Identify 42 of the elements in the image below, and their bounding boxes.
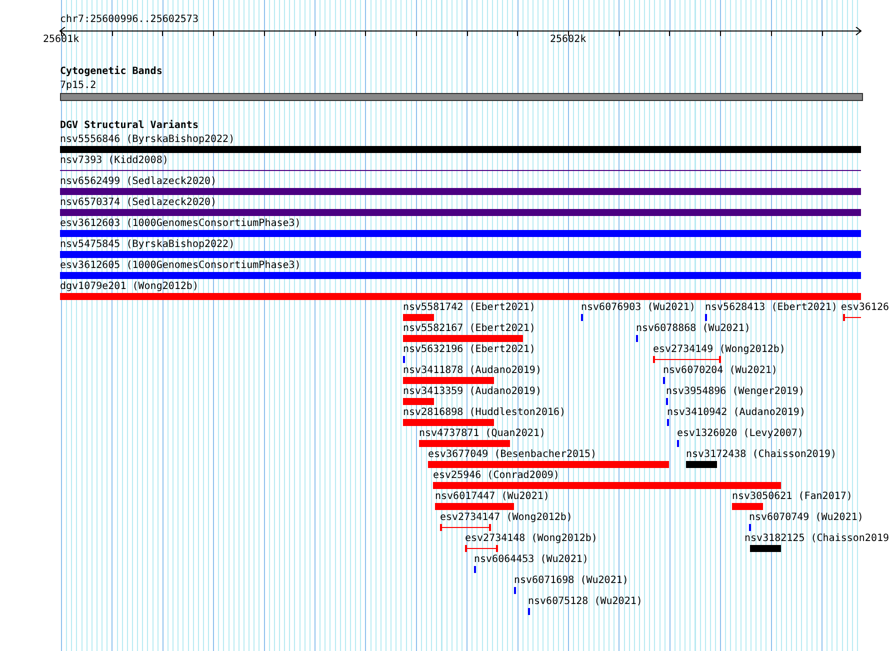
feature-label: nsv7393 (Kidd2008) (60, 155, 168, 167)
feature-label: nsv5581742 (Ebert2021) (403, 302, 536, 314)
feature-label: esv3612603 (1000GenomesConsortiumPhase3) (60, 218, 301, 230)
feature-label: nsv5632196 (Ebert2021) (403, 344, 536, 356)
feature-label: nsv5628413 (Ebert2021) (705, 302, 838, 314)
feature-label: nsv5556846 (ByrskaBishop2022) (60, 134, 235, 146)
feature-label: nsv3050621 (Fan2017) (732, 491, 852, 503)
feature-label: nsv6070749 (Wu2021) (749, 512, 864, 524)
feature-label: nsv6064453 (Wu2021) (474, 554, 588, 566)
feature-label: 7p15.2 (60, 80, 96, 92)
feature-label: nsv6071698 (Wu2021) (514, 575, 628, 587)
position-label: chr7:25600996..25602573 (60, 14, 198, 26)
feature-label: nsv2816898 (Huddleston2016) (403, 407, 566, 419)
feature-label: nsv4737871 (Quan2021) (419, 428, 546, 440)
feature-label: nsv3172438 (Chaisson2019) (686, 449, 837, 461)
feature-label: nsv6570374 (Sedlazeck2020) (60, 197, 217, 209)
feature-label: esv1326020 (Levy2007) (677, 428, 804, 440)
feature-label: nsv5475845 (ByrskaBishop2022) (60, 239, 235, 251)
tick-label: 25601k (43, 34, 80, 46)
feature-label: esv2734148 (Wong2012b) (465, 533, 598, 545)
feature-label: nsv3411878 (Audano2019) (403, 365, 542, 377)
feature-label: nsv3410942 (Audano2019) (667, 407, 806, 419)
track-title: DGV Structural Variants (60, 120, 198, 132)
feature-label: nsv6562499 (Sedlazeck2020) (60, 176, 217, 188)
feature-label: nsv6076903 (Wu2021) (581, 302, 696, 314)
feature-label: nsv3182125 (Chaisson2019 (744, 533, 890, 545)
feature-label: esv3677049 (Besenbacher2015) (428, 449, 597, 461)
feature-label: nsv6070204 (Wu2021) (663, 365, 778, 377)
track-title: Cytogenetic Bands (60, 66, 162, 78)
feature-label: nsv6078868 (Wu2021) (636, 323, 750, 335)
feature-label: nsv3954896 (Wenger2019) (666, 386, 804, 398)
feature-label: dgv1079e201 (Wong2012b) (60, 281, 198, 293)
feature-label: esv36126 (840, 302, 889, 314)
feature-label: esv3612605 (1000GenomesConsortiumPhase3) (60, 260, 301, 272)
feature-label: nsv6017447 (Wu2021) (435, 491, 550, 503)
feature-label: esv2734149 (Wong2012b) (653, 344, 786, 356)
feature-label: esv2734147 (Wong2012b) (440, 512, 572, 524)
feature-label: nsv5582167 (Ebert2021) (403, 323, 536, 335)
feature-label: nsv3413359 (Audano2019) (403, 386, 542, 398)
feature-label: nsv6075128 (Wu2021) (528, 596, 642, 608)
feature-label: esv25946 (Conrad2009) (433, 470, 560, 482)
tick-label: 25602k (550, 34, 586, 46)
